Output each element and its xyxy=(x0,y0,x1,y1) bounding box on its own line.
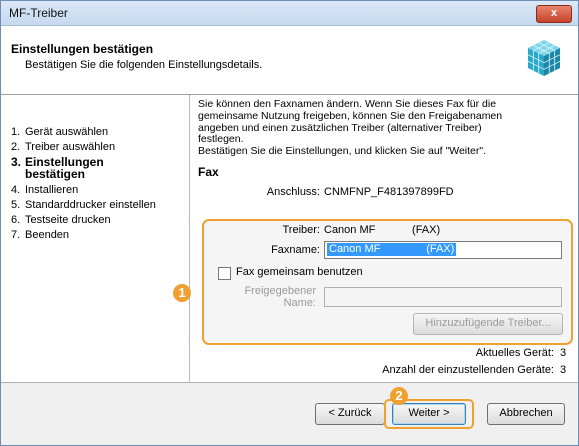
back-button[interactable]: < Zurück xyxy=(315,403,385,425)
step-5: 5. Standarddrucker einstellen xyxy=(11,199,156,211)
printer-cube-icon xyxy=(527,40,561,76)
faxname-label: Faxname: xyxy=(271,244,320,256)
section-title-fax: Fax xyxy=(198,165,219,179)
fax-settings-group: Treiber: Canon MF (FAX) Faxname: Canon M… xyxy=(202,219,573,345)
cancel-button[interactable]: Abbrechen xyxy=(487,403,565,425)
description: Sie können den Faxnamen ändern. Wenn Sie… xyxy=(198,98,503,158)
callout-badge-1: 1 xyxy=(173,284,191,302)
treiber-value: Canon MF (FAX) xyxy=(324,224,441,236)
step-4: 4. Installieren xyxy=(11,184,79,196)
faxname-input[interactable]: Canon MF (FAX) xyxy=(324,241,562,259)
anschluss-label: Anschluss: xyxy=(266,186,320,198)
next-button[interactable]: Weiter > xyxy=(392,403,466,425)
page-title: Einstellungen bestätigen xyxy=(11,42,154,56)
share-name-label: Freigegebener Name: xyxy=(244,285,316,309)
current-device-label: Aktuelles Gerät: xyxy=(475,347,554,359)
settings-panel: Sie können den Faxnamen ändern. Wenn Sie… xyxy=(190,95,578,382)
treiber-label: Treiber: xyxy=(282,224,321,236)
add-driver-button[interactable]: Hinzuzufügende Treiber... xyxy=(413,313,563,335)
step-1: 1. Gerät auswählen xyxy=(11,126,109,138)
close-button[interactable]: x xyxy=(536,5,572,23)
title-bar: MF-Treiber x xyxy=(1,1,578,26)
share-fax-checkbox[interactable] xyxy=(218,267,231,280)
share-name-input[interactable] xyxy=(324,287,562,307)
step-3-current: 3. Einstellungen bestätigen xyxy=(11,155,104,181)
anschluss-value: CNMFNP_F481397899FD xyxy=(324,186,454,198)
page-subtitle: Bestätigen Sie die folgenden Einstellung… xyxy=(25,59,263,71)
wizard-footer: < Zurück Weiter > Abbrechen xyxy=(1,383,578,445)
current-device-value: 3 xyxy=(560,347,567,359)
step-2: 2. Treiber auswählen xyxy=(11,141,116,153)
step-7: 7. Beenden xyxy=(11,229,70,241)
device-count-value: 3 xyxy=(560,364,567,376)
device-count-label: Anzahl der einzustellenden Geräte: xyxy=(382,364,554,376)
faxname-selected-text: Canon MF (FAX) xyxy=(327,243,457,256)
step-6: 6. Testseite drucken xyxy=(11,214,111,226)
share-fax-label: Fax gemeinsam benutzen xyxy=(236,266,363,278)
wizard-header: Einstellungen bestätigen Bestätigen Sie … xyxy=(1,26,578,95)
wizard-window: MF-Treiber x Einstellungen bestätigen Be… xyxy=(0,0,579,446)
callout-badge-2: 2 xyxy=(390,387,408,405)
steps-panel: 1. Gerät auswählen 2. Treiber auswählen 3.… xyxy=(1,95,190,382)
window-title: MF-Treiber xyxy=(9,6,68,20)
